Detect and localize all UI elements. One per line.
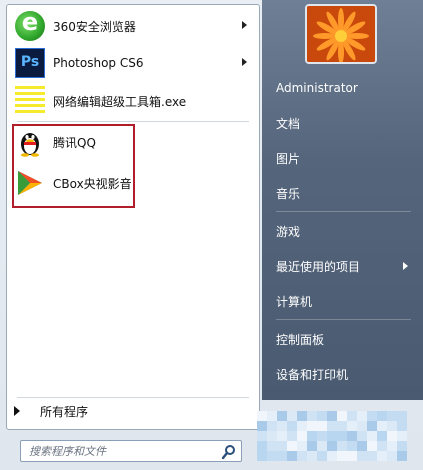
exe-icon: [15, 86, 45, 116]
program-item-qq[interactable]: 腾讯QQ: [15, 125, 255, 159]
menu-item-label: 音乐: [276, 186, 301, 201]
places-pane: Administrator 文档 图片 音乐 游戏 最近使用的项目 计算机 控制…: [262, 0, 423, 400]
menu-item-control-panel[interactable]: 控制面板: [276, 330, 416, 348]
program-item-360-browser[interactable]: 360安全浏览器: [15, 8, 255, 43]
program-label: 腾讯QQ: [53, 135, 96, 150]
submenu-arrow-icon: [403, 262, 408, 270]
submenu-arrow-icon: [242, 58, 247, 66]
program-item-cbox[interactable]: CBox央视影音: [15, 166, 255, 200]
menu-item-label: 设备和打印机: [276, 367, 349, 382]
menu-item-label: 图片: [276, 151, 301, 166]
menu-item-label: 文档: [276, 116, 301, 131]
program-label: CBox央视影音: [53, 176, 132, 191]
menu-item-label: 计算机: [276, 294, 313, 309]
search-icon[interactable]: [221, 444, 237, 460]
program-label: 360安全浏览器: [53, 19, 136, 34]
program-label: Photoshop CS6: [53, 56, 144, 70]
menu-item-recent-items[interactable]: 最近使用的项目: [276, 257, 416, 275]
photoshop-icon: [15, 48, 45, 78]
flower-picture: [307, 6, 375, 62]
divider: [17, 121, 249, 122]
user-name: Administrator: [276, 81, 358, 95]
browser-icon: [15, 8, 45, 41]
submenu-arrow-icon: [242, 21, 247, 29]
divider: [276, 211, 411, 212]
program-item-photoshop[interactable]: Photoshop CS6: [15, 46, 255, 80]
start-menu: 360安全浏览器 Photoshop CS6 网络编辑超级工具箱.exe: [0, 0, 423, 470]
program-label: 网络编辑超级工具箱.exe: [53, 94, 187, 109]
user-avatar[interactable]: [305, 4, 377, 64]
menu-item-label: 控制面板: [276, 332, 325, 347]
obscured-shutdown-area: [257, 407, 407, 461]
search-input[interactable]: [29, 444, 219, 458]
programs-pane: 360安全浏览器 Photoshop CS6 网络编辑超级工具箱.exe: [6, 4, 260, 430]
menu-item-games[interactable]: 游戏: [276, 222, 416, 240]
divider: [276, 319, 411, 320]
menu-item-label: 游戏: [276, 224, 301, 239]
all-programs-label: 所有程序: [40, 404, 89, 419]
menu-item-devices-printers[interactable]: 设备和打印机: [276, 365, 416, 383]
qq-penguin-icon: [15, 127, 45, 157]
menu-item-computer[interactable]: 计算机: [276, 292, 416, 310]
search-box[interactable]: [20, 440, 242, 462]
program-item-exe[interactable]: 网络编辑超级工具箱.exe: [15, 84, 255, 118]
menu-item-pictures[interactable]: 图片: [276, 149, 416, 167]
user-name-link[interactable]: Administrator: [276, 79, 416, 97]
expand-arrow-icon: [14, 406, 20, 416]
cbox-icon: [15, 168, 45, 198]
menu-item-music[interactable]: 音乐: [276, 184, 416, 202]
all-programs-button[interactable]: 所有程序: [14, 400, 244, 422]
menu-item-documents[interactable]: 文档: [276, 114, 416, 132]
menu-item-label: 最近使用的项目: [276, 259, 361, 274]
divider: [17, 397, 249, 398]
